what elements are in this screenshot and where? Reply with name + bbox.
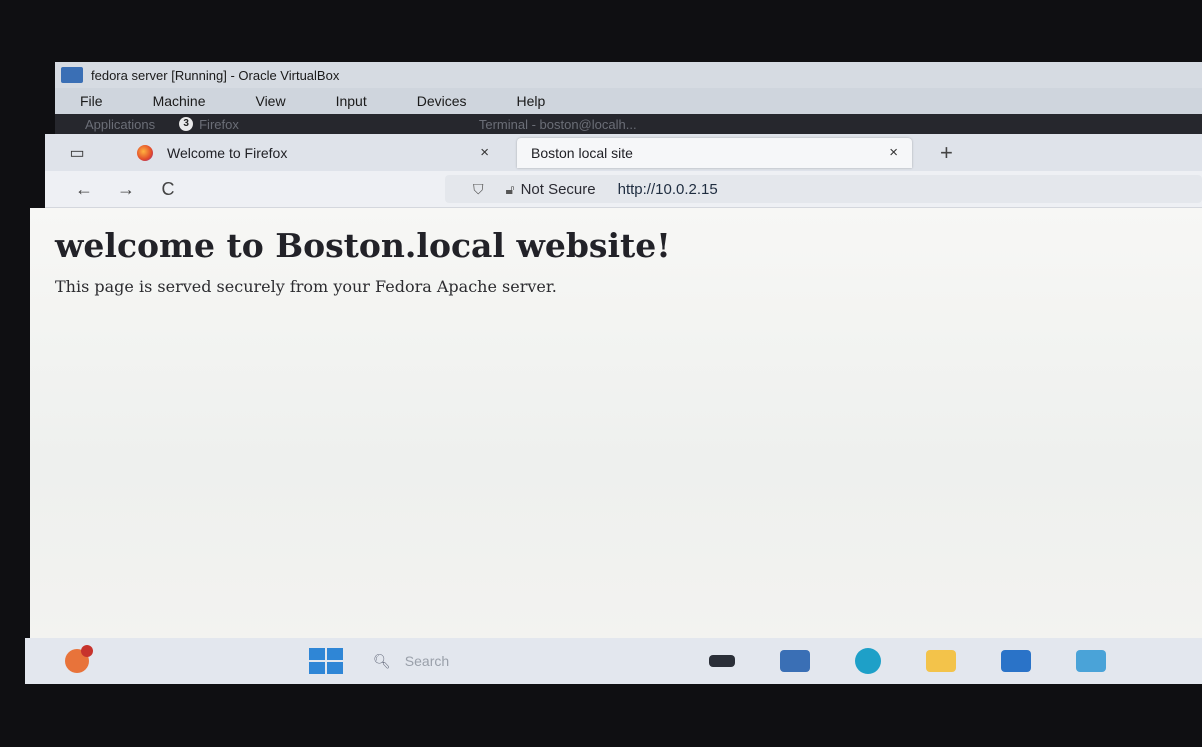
browser-tab-bar: ▭ Welcome to Firefox × Boston local site… <box>45 134 1202 171</box>
notification-dot <box>81 645 93 657</box>
search-icon: 🔍︎ <box>373 652 391 669</box>
tab-welcome-firefox[interactable]: Welcome to Firefox × <box>123 138 503 168</box>
taskbar-terminal[interactable]: Terminal - boston@localh... <box>479 117 637 132</box>
vbox-menu-bar: File Machine View Input Devices Help <box>55 88 1202 114</box>
taskbar-firefox[interactable]: Firefox <box>199 117 239 132</box>
taskbar-search[interactable]: 🔍︎ Search <box>373 653 449 670</box>
web-page-content: welcome to Boston.local website! This pa… <box>30 208 1202 638</box>
search-placeholder: Search <box>404 653 450 669</box>
insecure-lock-icon[interactable]: 🔓︎ <box>506 181 515 198</box>
store-app-icon[interactable] <box>1001 650 1032 672</box>
close-tab-icon[interactable]: × <box>480 144 489 161</box>
menu-machine[interactable]: Machine <box>153 93 206 109</box>
vbox-title-bar: fedora server [Running] - Oracle Virtual… <box>55 62 1202 88</box>
firefox-icon <box>137 144 153 161</box>
url-text[interactable]: http://10.0.2.15 <box>618 181 718 198</box>
virtualbox-taskbar-icon[interactable] <box>1076 650 1107 672</box>
tab-label: Welcome to Firefox <box>167 144 288 161</box>
news-app-icon[interactable] <box>780 650 811 672</box>
tab-label: Boston local site <box>531 144 633 161</box>
close-tab-icon[interactable]: × <box>889 144 898 161</box>
windows-start-icon[interactable] <box>309 648 343 674</box>
menu-input[interactable]: Input <box>336 93 367 109</box>
back-button[interactable]: ← <box>70 179 98 200</box>
host-taskbar: 🔍︎ Search <box>25 638 1202 684</box>
page-heading: welcome to Boston.local website! <box>55 226 671 265</box>
shield-icon[interactable]: ⛉ <box>473 181 484 198</box>
menu-devices[interactable]: Devices <box>417 93 467 109</box>
page-body-text: This page is served securely from your F… <box>55 277 557 296</box>
browser-nav-bar: ← → C ⛉ 🔓︎ Not Secure http://10.0.2.15 <box>45 171 1202 208</box>
tab-boston-local-site[interactable]: Boston local site × <box>517 137 912 168</box>
task-view-icon[interactable] <box>709 655 736 667</box>
guest-top-panel: Applications 3 Firefox Terminal - boston… <box>55 114 1202 134</box>
weather-widget-icon[interactable] <box>65 645 93 673</box>
tab-list-icon[interactable]: ▭ <box>61 138 93 168</box>
firefox-badge: 3 <box>179 117 194 131</box>
new-tab-button[interactable]: + <box>940 140 953 166</box>
not-secure-label: Not Secure <box>520 180 596 198</box>
applications-menu[interactable]: Applications <box>85 117 155 132</box>
menu-view[interactable]: View <box>255 93 285 109</box>
url-bar[interactable]: ⛉ 🔓︎ Not Secure http://10.0.2.15 <box>445 175 1202 203</box>
forward-button[interactable]: → <box>112 179 140 200</box>
reload-button[interactable]: C <box>154 179 182 200</box>
menu-help[interactable]: Help <box>517 93 546 109</box>
edge-browser-icon[interactable] <box>855 648 882 674</box>
file-explorer-icon[interactable] <box>926 650 957 672</box>
vbox-window-title: fedora server [Running] - Oracle Virtual… <box>91 67 340 83</box>
virtualbox-logo-icon <box>61 67 83 83</box>
menu-file[interactable]: File <box>80 93 103 109</box>
